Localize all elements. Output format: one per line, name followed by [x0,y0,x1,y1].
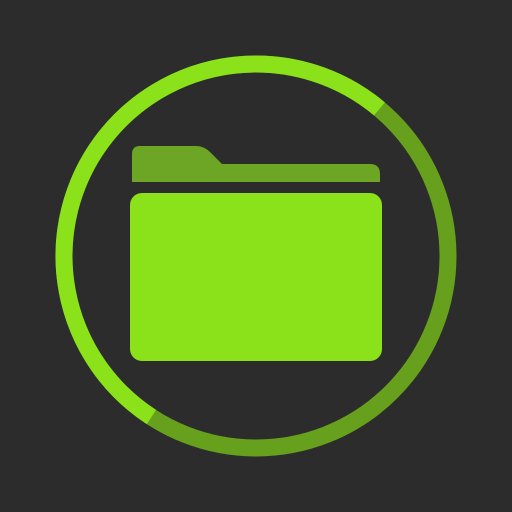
folder-front [130,193,382,361]
app-icon [0,0,512,512]
folder-icon [130,146,382,361]
app-icon-graphic [0,0,512,512]
